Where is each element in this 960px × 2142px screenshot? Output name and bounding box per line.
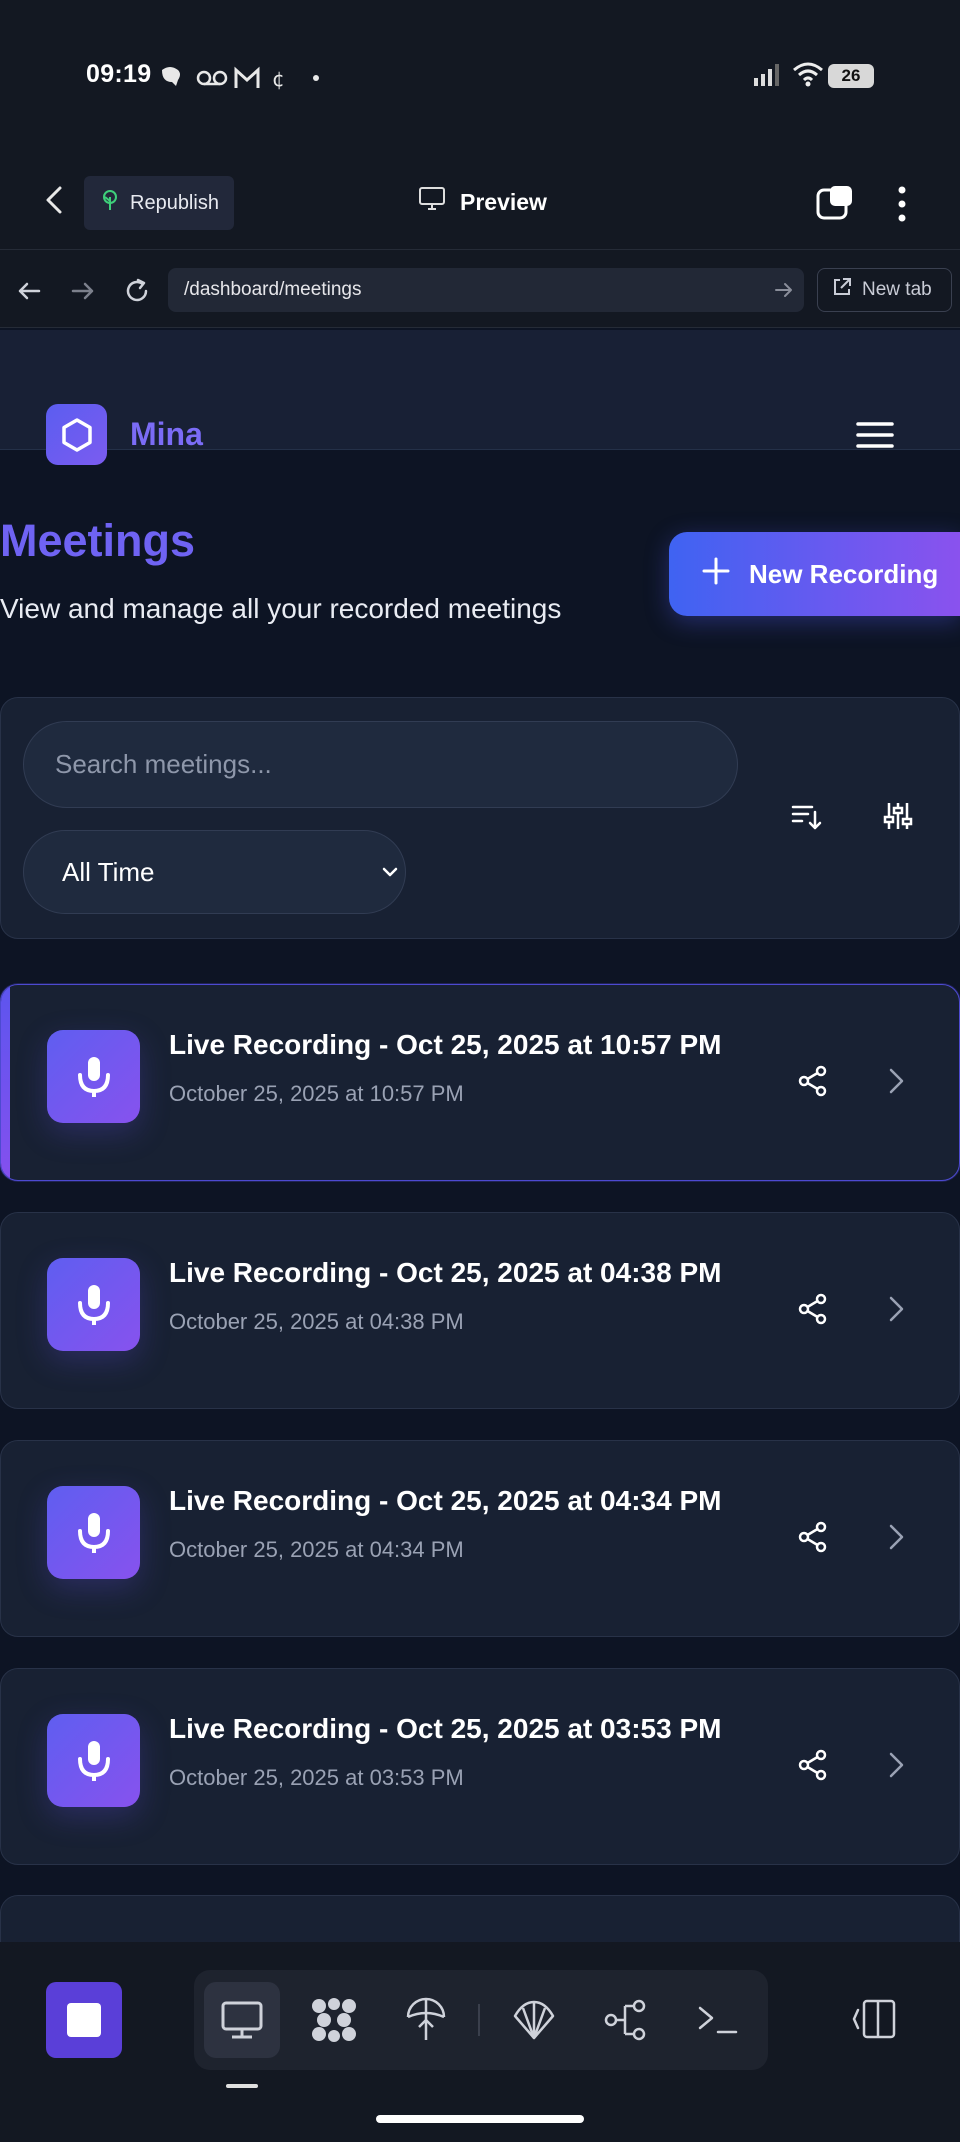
chevron-right-icon[interactable]: [885, 1293, 907, 1325]
plus-icon: [701, 556, 731, 593]
meeting-date: October 25, 2025 at 04:38 PM: [169, 1309, 464, 1334]
tool-terminal[interactable]: [680, 1982, 756, 2058]
active-accent-bar: [1, 985, 10, 1180]
chevron-down-icon: [380, 862, 400, 882]
page-title: Meetings: [0, 515, 196, 566]
meeting-title[interactable]: Live Recording - Oct 25, 2025 at 10:57 P…: [169, 1029, 721, 1061]
hexagon-icon: [61, 417, 92, 452]
tool-grid[interactable]: [296, 1982, 372, 2058]
republish-button[interactable]: Republish: [84, 176, 234, 230]
url-go-arrow-icon[interactable]: [772, 278, 796, 302]
time-range-select[interactable]: All Time: [23, 830, 406, 914]
wifi-icon: [792, 60, 824, 93]
signal-icon: [752, 62, 782, 93]
new-tab-button[interactable]: New tab: [817, 268, 952, 312]
meeting-card[interactable]: Live Recording - Oct 25, 2025 at 10:57 P…: [0, 984, 960, 1181]
selected-tool-indicator: [226, 2084, 258, 2088]
share-icon[interactable]: [797, 1065, 829, 1097]
tool-satellite[interactable]: [388, 1982, 464, 2058]
share-icon[interactable]: [797, 1749, 829, 1781]
tabs-icon[interactable]: [816, 184, 854, 222]
tool-group: [194, 1970, 768, 2070]
more-options-icon[interactable]: [892, 184, 912, 224]
chevron-right-icon[interactable]: [885, 1065, 907, 1097]
microphone-icon: [47, 1486, 140, 1579]
meeting-card[interactable]: Live Recording - Oct 25, 2025 at 03:53 P…: [0, 1668, 960, 1865]
status-time: 09:19: [86, 60, 152, 88]
app-logo[interactable]: [46, 404, 107, 465]
monitor-icon: [418, 186, 446, 218]
meeting-title[interactable]: Live Recording - Oct 25, 2025 at 03:53 P…: [169, 1713, 721, 1745]
battery-indicator: 26: [828, 64, 874, 88]
sort-icon[interactable]: [790, 800, 822, 832]
shell-icon: [513, 2000, 555, 2040]
satellite-icon: [406, 1997, 446, 2040]
url-input[interactable]: /dashboard/meetings: [168, 268, 804, 312]
meeting-title[interactable]: Live Recording - Oct 25, 2025 at 04:38 P…: [169, 1257, 721, 1289]
microphone-icon: [47, 1714, 140, 1807]
new-tab-label: New tab: [862, 279, 932, 300]
new-recording-button[interactable]: New Recording: [669, 532, 960, 616]
chevron-right-icon[interactable]: [885, 1521, 907, 1553]
tool-shell[interactable]: [496, 1982, 572, 2058]
reload-icon[interactable]: [122, 276, 152, 306]
share-icon[interactable]: [797, 1521, 829, 1553]
microphone-icon: [47, 1258, 140, 1351]
notification-icons: ¢: [160, 62, 330, 100]
preview-title: Preview: [418, 186, 547, 218]
app-name[interactable]: Mina: [130, 416, 203, 453]
nav-back-icon[interactable]: [14, 276, 44, 306]
share-node-icon: [604, 1999, 646, 2041]
menu-icon[interactable]: [856, 420, 894, 450]
meeting-date: October 25, 2025 at 10:57 PM: [169, 1081, 464, 1106]
preview-label: Preview: [460, 188, 547, 215]
desktop-icon: [221, 2001, 263, 2039]
nav-forward-icon[interactable]: [68, 276, 98, 306]
external-link-icon: [832, 277, 852, 303]
home-indicator[interactable]: [376, 2115, 584, 2123]
meeting-date: October 25, 2025 at 03:53 PM: [169, 1765, 464, 1790]
stop-square-icon: [67, 2003, 101, 2037]
new-recording-label: New Recording: [749, 558, 939, 589]
filter-settings-icon[interactable]: [882, 800, 914, 832]
republish-label: Republish: [130, 191, 219, 214]
meeting-date: October 25, 2025 at 04:34 PM: [169, 1537, 464, 1562]
stop-button[interactable]: [46, 1982, 122, 2058]
sprout-icon: [100, 189, 120, 217]
tool-flow[interactable]: [588, 1982, 664, 2058]
terminal-icon: [698, 2006, 738, 2034]
svg-text:¢: ¢: [272, 67, 285, 91]
chevron-right-icon[interactable]: [885, 1749, 907, 1781]
meeting-card[interactable]: Live Recording - Oct 25, 2025 at 04:34 P…: [0, 1440, 960, 1637]
back-chevron-icon[interactable]: [40, 182, 70, 218]
search-input[interactable]: Search meetings...: [23, 721, 738, 808]
panel-toggle-icon[interactable]: [852, 1998, 898, 2040]
meeting-title[interactable]: Live Recording - Oct 25, 2025 at 04:34 P…: [169, 1485, 721, 1517]
share-icon[interactable]: [797, 1293, 829, 1325]
page-subtitle: View and manage all your recorded meetin…: [0, 593, 562, 624]
tool-desktop[interactable]: [204, 1982, 280, 2058]
meeting-card[interactable]: Live Recording - Oct 25, 2025 at 04:38 P…: [0, 1212, 960, 1409]
tool-divider: [478, 2004, 480, 2036]
microphone-icon: [47, 1030, 140, 1123]
grid-dots-icon: [312, 1998, 356, 2042]
